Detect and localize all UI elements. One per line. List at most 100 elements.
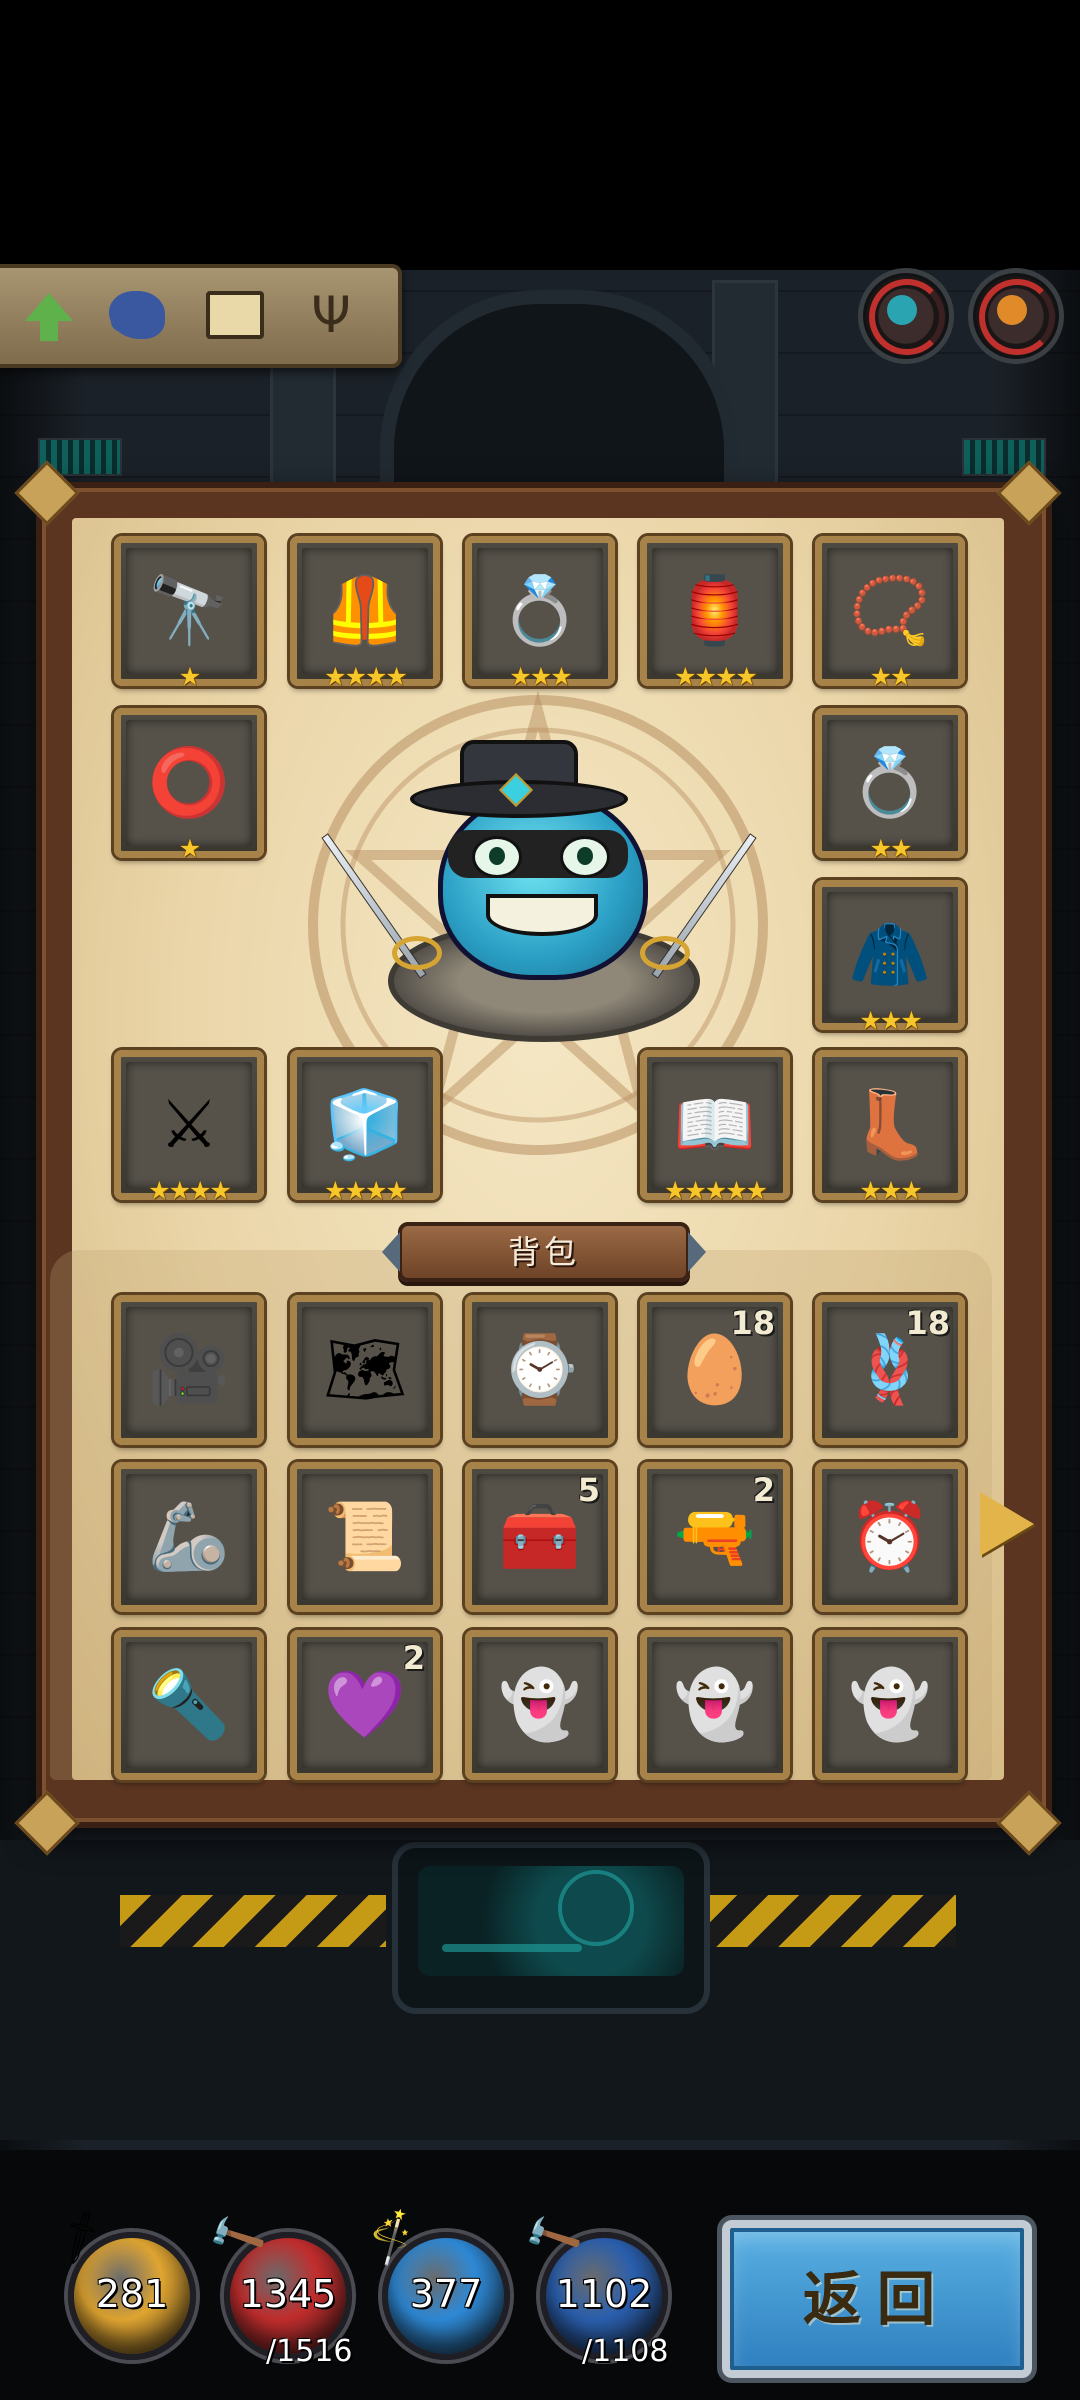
pocket-watch-icon: ⌚ — [498, 1331, 582, 1408]
mechanical-boots-icon: 👢 — [848, 1086, 932, 1163]
bag-slot[interactable]: 🔫 2 — [640, 1462, 790, 1612]
ice-block-icon: 🧊 — [323, 1086, 407, 1163]
equipment-slot[interactable]: ⚔ ★★★★ — [114, 1050, 264, 1205]
green-up-arrow-icon — [25, 293, 73, 341]
alarm-clock-icon: ⏰ — [848, 1498, 932, 1575]
crossed-swords-icon: ⚔ — [159, 1086, 219, 1163]
console-ring — [558, 1870, 634, 1946]
bag-slot[interactable]: 🥚 18 — [640, 1295, 790, 1445]
bag-slot[interactable]: 🔦 — [114, 1630, 264, 1780]
spyglass-icon: 🔦 — [147, 1666, 231, 1743]
equipment-slot[interactable]: 🧊 ★★★★ — [290, 1050, 440, 1205]
next-page-arrow-icon[interactable] — [980, 1492, 1034, 1556]
console-bar — [442, 1944, 582, 1952]
bag-slot[interactable]: 👻 — [465, 1630, 615, 1780]
health-value: 1345 — [239, 2272, 337, 2316]
equipment-slot[interactable]: 🔭 ★ — [114, 536, 264, 691]
bag-slot[interactable]: 🦾 — [114, 1462, 264, 1612]
fur-cloak-icon: 🧥 — [848, 916, 932, 993]
health-max: /1516 — [266, 2334, 353, 2369]
ghost-icon: 👻 — [498, 1666, 582, 1743]
equipment-slot[interactable]: 💍 ★★★ — [465, 536, 615, 691]
robot-arm-icon: 🦾 — [147, 1498, 231, 1575]
hero-grin — [486, 894, 598, 936]
amulet-necklace-icon: 📿 — [848, 572, 932, 649]
bag-title: 背包 — [382, 1222, 706, 1282]
item-count: 5 — [577, 1471, 600, 1509]
equipment-slot[interactable]: 📿 ★★ — [815, 536, 965, 691]
silver-bracelet-icon: ⭕ — [147, 744, 231, 821]
gold-ring-icon: 💍 — [498, 572, 582, 649]
mana-value: 1102 — [555, 2272, 653, 2316]
purple-heart-icon: 💜 — [323, 1666, 407, 1743]
equipment-slot[interactable]: 💍 ★★ — [815, 708, 965, 863]
bag-slot[interactable]: 👻 — [640, 1630, 790, 1780]
star-rating: ★★★★ — [324, 662, 408, 691]
companion-button-2[interactable] — [968, 268, 1064, 364]
top-black-band — [0, 0, 1080, 270]
bag-slot[interactable]: ⌚ — [465, 1295, 615, 1445]
star-rating: ★★ — [869, 662, 913, 691]
top-toolbar: Ψ — [0, 264, 402, 368]
attack-value: 281 — [95, 2272, 169, 2316]
bag-slot[interactable]: 👻 — [815, 1630, 965, 1780]
pistol-icon: 🔫 — [673, 1498, 757, 1575]
star-rating: ★★★ — [859, 1176, 922, 1205]
star-rating: ★★★★ — [674, 662, 758, 691]
ink-splat-icon — [109, 291, 165, 339]
companion-button-1[interactable] — [858, 268, 954, 364]
purple-rope-icon: 🪢 — [848, 1331, 932, 1408]
bag-slot[interactable]: 🎥 — [114, 1295, 264, 1445]
equipment-slot[interactable]: 🧥 ★★★ — [815, 880, 965, 1035]
armor-icon: 🦺 — [323, 572, 407, 649]
star-rating: ★★★★ — [148, 1176, 232, 1205]
star-rating: ★★ — [869, 834, 913, 863]
witch-hat-lamp-icon: 🏮 — [673, 572, 757, 649]
hazard-stripe-right — [706, 1895, 956, 1947]
candelabra-button[interactable]: Ψ — [296, 280, 366, 350]
equipment-slot[interactable]: 🏮 ★★★★ — [640, 536, 790, 691]
paint-button[interactable] — [102, 280, 172, 350]
bag-slot[interactable]: 🧰 5 — [465, 1462, 615, 1612]
magic-value: 377 — [409, 2272, 483, 2316]
equipment-slot[interactable]: ⭕ ★ — [114, 708, 264, 863]
hero-eye — [560, 836, 610, 878]
bag-slot[interactable]: 🗺 — [290, 1295, 440, 1445]
telescope-icon: 🔭 — [147, 572, 231, 649]
star-rating: ★★★ — [509, 662, 572, 691]
skull-spellbook-icon: 📖 — [673, 1086, 757, 1163]
item-count: 2 — [402, 1639, 425, 1677]
silver-ring-icon: 💍 — [848, 744, 932, 821]
hero-eye — [472, 836, 522, 878]
console-screen — [418, 1866, 684, 1976]
treasure-map-icon: 🗺 — [323, 1331, 407, 1408]
bag-slot[interactable]: 📜 — [290, 1462, 440, 1612]
candelabra-icon: Ψ — [311, 286, 351, 344]
small-ghost-icon: 👻 — [673, 1666, 757, 1743]
first-aid-kit-icon: 🧰 — [498, 1498, 582, 1575]
mana-max: /1108 — [582, 2334, 669, 2369]
hazard-stripe-left — [120, 1895, 386, 1947]
equipment-slot[interactable]: 👢 ★★★ — [815, 1050, 965, 1205]
hero-body[interactable] — [438, 790, 648, 980]
control-console — [392, 1842, 710, 2014]
return-button[interactable]: 返回 — [722, 2220, 1032, 2378]
equipment-slot[interactable]: 🦺 ★★★★ — [290, 536, 440, 691]
bag-slot[interactable]: ⏰ — [815, 1462, 965, 1612]
right-hilt — [640, 936, 690, 970]
bag-slot[interactable]: 💜 2 — [290, 1630, 440, 1780]
orange-companion-icon — [997, 295, 1027, 325]
equipment-slot[interactable]: 📖 ★★★★★ — [640, 1050, 790, 1205]
star-rating: ★★★★ — [324, 1176, 408, 1205]
item-count: 18 — [730, 1304, 775, 1342]
egg-icon: 🥚 — [673, 1331, 757, 1408]
star-rating: ★ — [178, 834, 201, 863]
item-count: 2 — [752, 1471, 775, 1509]
blue-companion-icon — [887, 295, 917, 325]
upgrade-button[interactable] — [14, 280, 84, 350]
star-rating: ★★★ — [859, 1006, 922, 1035]
luggage-button[interactable] — [200, 280, 270, 350]
bag-slot[interactable]: 🪢 18 — [815, 1295, 965, 1445]
left-hilt — [392, 936, 442, 970]
film-camera-icon: 🎥 — [147, 1331, 231, 1408]
